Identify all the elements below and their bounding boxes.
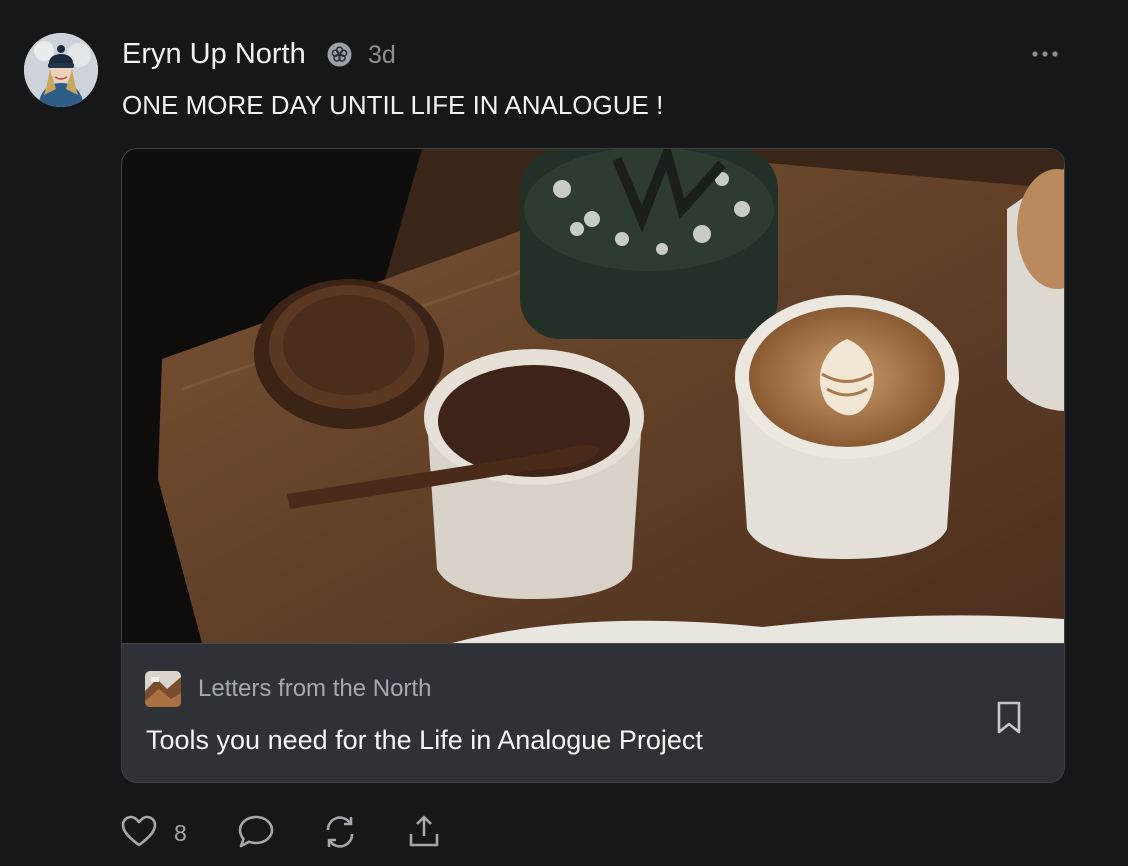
- post-link-card[interactable]: Letters from the North Tools you need fo…: [121, 148, 1065, 783]
- bookmark-icon[interactable]: [994, 700, 1024, 736]
- card-cover-image: [122, 149, 1064, 643]
- like-count: 8: [174, 820, 187, 846]
- comment-icon[interactable]: [236, 812, 276, 857]
- restack-icon[interactable]: [320, 812, 360, 857]
- post-timestamp: 3d: [368, 41, 396, 69]
- publication-logo[interactable]: [145, 671, 181, 707]
- avatar-image: [24, 33, 98, 107]
- flower-badge-icon: [327, 42, 352, 67]
- heart-icon[interactable]: [120, 812, 158, 857]
- card-footer: Letters from the North Tools you need fo…: [122, 643, 1064, 782]
- share-icon[interactable]: [404, 812, 444, 857]
- post-actions: 8: [120, 812, 520, 852]
- more-horizontal-icon[interactable]: [1030, 44, 1060, 64]
- card-title[interactable]: Tools you need for the Life in Analogue …: [146, 722, 703, 758]
- post-text: ONE MORE DAY UNTIL LIFE IN ANALOGUE !: [122, 90, 664, 120]
- publication-name[interactable]: Letters from the North: [198, 673, 431, 705]
- author-avatar[interactable]: [24, 33, 98, 107]
- author-name[interactable]: Eryn Up North: [122, 36, 306, 72]
